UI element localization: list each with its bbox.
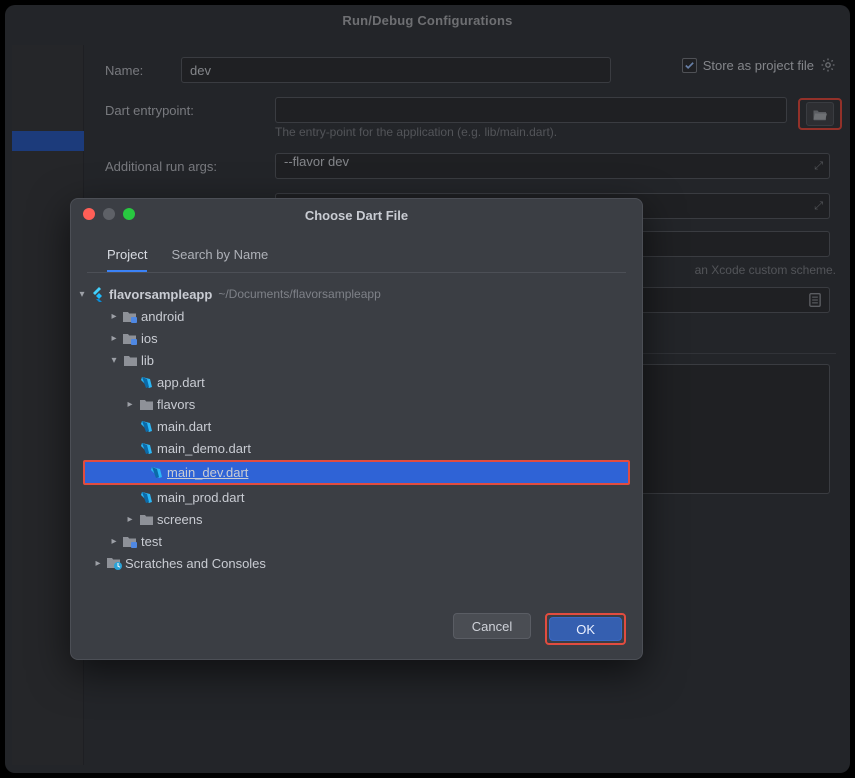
tree-item[interactable]: ▾lib (75, 349, 638, 371)
tree-item[interactable]: main_demo.dart (75, 437, 638, 459)
tree-item[interactable]: ▸test (75, 530, 638, 552)
dialog-tabs: Project Search by Name (87, 235, 626, 273)
tree-item[interactable]: ▸ios (75, 327, 638, 349)
minimize-icon (103, 208, 115, 220)
ok-highlight: OK (545, 613, 626, 645)
ok-button[interactable]: OK (549, 617, 622, 641)
file-tree[interactable]: ▾flavorsampleapp~/Documents/flavorsample… (71, 273, 642, 601)
dialog-title: Choose Dart File (305, 208, 408, 223)
tree-item[interactable]: app.dart (75, 371, 638, 393)
tab-project[interactable]: Project (107, 241, 147, 272)
choose-dart-file-dialog: Choose Dart File Project Search by Name … (70, 198, 643, 660)
zoom-icon[interactable] (123, 208, 135, 220)
tree-item[interactable]: ▸flavors (75, 393, 638, 415)
tree-item[interactable]: ▸Scratches and Consoles (75, 552, 638, 574)
close-icon[interactable] (83, 208, 95, 220)
tree-root[interactable]: ▾flavorsampleapp~/Documents/flavorsample… (75, 283, 638, 305)
dialog-titlebar: Choose Dart File (71, 199, 642, 231)
tree-selection-highlight: main_dev.dart (83, 460, 630, 485)
tree-item[interactable]: main_prod.dart (75, 486, 638, 508)
tree-item[interactable]: ▸android (75, 305, 638, 327)
cancel-button[interactable]: Cancel (453, 613, 531, 639)
tree-item[interactable]: main.dart (75, 415, 638, 437)
tree-item[interactable]: ▸screens (75, 508, 638, 530)
tree-item[interactable]: main_dev.dart (85, 462, 628, 483)
tab-search-by-name[interactable]: Search by Name (171, 241, 268, 272)
